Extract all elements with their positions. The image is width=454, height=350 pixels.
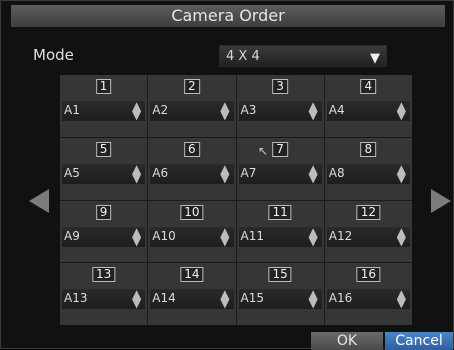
spinner-icon[interactable]: ▲ ▼ (397, 226, 406, 247)
camera-select[interactable]: A16 ▲ ▼ (326, 288, 410, 310)
grid-cell-14: 14 A14 ▲ ▼ (148, 263, 236, 325)
camera-select-value: A3 (240, 103, 257, 117)
camera-select-value: A12 (328, 228, 353, 243)
cell-number: 8 (360, 141, 377, 157)
spinner-icon[interactable]: ▲ ▼ (220, 163, 229, 184)
camera-select[interactable]: A3 ▲ ▼ (238, 100, 322, 121)
previous-page-arrow-icon[interactable] (29, 189, 49, 213)
spinner-icon[interactable]: ▲ ▼ (132, 226, 141, 247)
grid-cell-13: 13 A13 ▲ ▼ (60, 263, 148, 325)
grid-cell-16: 16 A16 ▲ ▼ (324, 263, 412, 325)
cell-number: 2 (184, 79, 200, 94)
grid-cell-2: 2 A2 ▲ ▼ (148, 75, 236, 137)
camera-select-value: A16 (328, 291, 353, 306)
camera-select[interactable]: A13 ▲ ▼ (62, 288, 146, 310)
spinner-icon[interactable]: ▲ ▼ (397, 100, 406, 121)
camera-select[interactable]: A4 ▲ ▼ (326, 100, 410, 121)
camera-select[interactable]: A11 ▲ ▼ (238, 226, 322, 247)
spinner-icon[interactable]: ▲ ▼ (132, 100, 141, 121)
spinner-icon[interactable]: ▲ ▼ (309, 288, 318, 309)
cell-number: 13 (91, 267, 116, 283)
grid-cell-1: 1 A1 ▲ ▼ (60, 75, 148, 137)
cell-number: 16 (356, 267, 381, 283)
cell-number: 4 (360, 79, 377, 94)
grid-cell-9: 9 A9 ▲ ▼ (60, 200, 148, 263)
camera-select[interactable]: A14 ▲ ▼ (150, 288, 234, 310)
spinner-icon[interactable]: ▲ ▼ (220, 100, 229, 121)
spinner-icon[interactable]: ▲ ▼ (397, 288, 406, 309)
camera-grid: 1 A1 ▲ ▼ 2 A2 ▲ ▼ 3 A3 ▲ ▼ 4 A4 ▲ ▼ 5 A5 ▲ ▼ 6 A6 ▲ ▼ 7 A7 ▲… (60, 75, 412, 325)
grid-cell-11: 11 A11 ▲ ▼ (236, 200, 324, 263)
spinner-icon[interactable]: ▲ ▼ (397, 163, 406, 184)
spinner-icon[interactable]: ▲ ▼ (309, 163, 318, 184)
camera-select-value: A10 (152, 228, 176, 243)
ok-button[interactable]: OK (311, 332, 383, 350)
grid-cell-8: 8 A8 ▲ ▼ (324, 137, 412, 200)
camera-select-value: A7 (240, 165, 257, 180)
grid-cell-6: 6 A6 ▲ ▼ (148, 137, 236, 200)
next-page-arrow-icon[interactable] (431, 189, 451, 213)
cell-number: 3 (272, 79, 288, 94)
grid-cell-12: 12 A12 ▲ ▼ (324, 200, 412, 263)
grid-cell-15: 15 A15 ▲ ▼ (236, 263, 324, 325)
camera-select-value: A1 (64, 103, 80, 117)
camera-select-value: A2 (152, 103, 169, 117)
camera-select-value: A14 (152, 291, 176, 306)
cell-number: 15 (268, 267, 292, 283)
camera-select-value: A11 (240, 228, 264, 243)
camera-select-value: A15 (240, 291, 264, 306)
camera-select[interactable]: A8 ▲ ▼ (326, 163, 410, 184)
camera-select[interactable]: A2 ▲ ▼ (150, 100, 234, 121)
grid-cell-4: 4 A4 ▲ ▼ (324, 75, 412, 137)
cell-number: 11 (268, 204, 292, 220)
camera-select-value: A4 (328, 103, 345, 117)
grid-cell-7: 7 A7 ▲ ▼ (236, 137, 324, 200)
mouse-cursor-icon: ↖ (258, 144, 269, 158)
chevron-down-icon: ▼ (370, 51, 380, 66)
cell-number: 5 (95, 141, 112, 157)
camera-select-value: A13 (64, 291, 88, 306)
camera-select-value: A8 (328, 165, 345, 180)
grid-cell-3: 3 A3 ▲ ▼ (236, 75, 324, 137)
spinner-icon[interactable]: ▲ ▼ (220, 288, 229, 309)
camera-select[interactable]: A9 ▲ ▼ (62, 226, 146, 247)
cell-number: 6 (184, 141, 200, 157)
cell-number: 1 (95, 79, 112, 94)
mode-select[interactable]: 4 X 4 ▼ (219, 45, 387, 67)
cell-number: 12 (356, 204, 381, 220)
camera-select[interactable]: A6 ▲ ▼ (150, 163, 234, 184)
camera-select[interactable]: A1 ▲ ▼ (62, 100, 146, 121)
camera-select[interactable]: A7 ▲ ▼ (238, 163, 322, 184)
mode-select-value: 4 X 4 (226, 49, 260, 64)
spinner-icon[interactable]: ▲ ▼ (309, 100, 318, 121)
spinner-icon[interactable]: ▲ ▼ (220, 226, 229, 247)
spinner-icon[interactable]: ▲ ▼ (132, 163, 141, 184)
cell-number: 7 (272, 141, 288, 157)
cell-number: 14 (180, 267, 204, 283)
cell-number: 10 (180, 204, 204, 220)
camera-select-value: A5 (64, 165, 80, 180)
camera-order-dialog: Camera Order Mode 4 X 4 ▼ 1 A1 ▲ ▼ 2 A2 ▲ ▼ 3 A… (0, 0, 454, 350)
camera-select-value: A9 (64, 228, 80, 243)
grid-cell-10: 10 A10 ▲ ▼ (148, 200, 236, 263)
camera-select[interactable]: A15 ▲ ▼ (238, 288, 322, 310)
cell-number: 9 (95, 204, 112, 220)
camera-select[interactable]: A10 ▲ ▼ (150, 226, 234, 247)
camera-select-value: A6 (152, 165, 169, 180)
dialog-title: Camera Order (11, 5, 445, 27)
grid-cell-5: 5 A5 ▲ ▼ (60, 137, 148, 200)
cancel-button[interactable]: Cancel (385, 332, 453, 350)
spinner-icon[interactable]: ▲ ▼ (309, 226, 318, 247)
spinner-icon[interactable]: ▲ ▼ (132, 288, 141, 309)
mode-label: Mode (33, 46, 74, 64)
camera-select[interactable]: A12 ▲ ▼ (326, 226, 410, 247)
camera-select[interactable]: A5 ▲ ▼ (62, 163, 146, 184)
